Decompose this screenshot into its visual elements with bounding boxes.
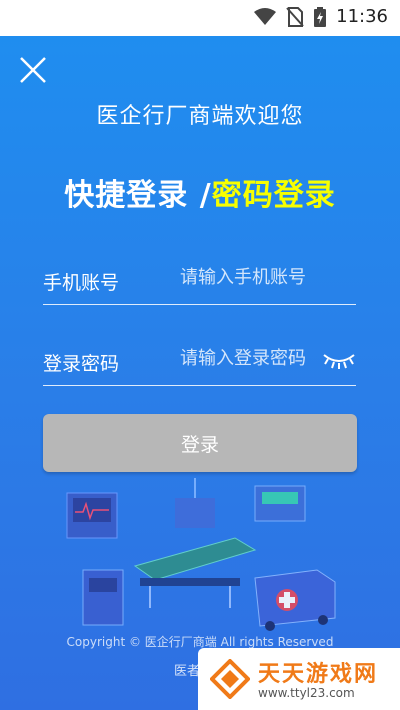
welcome-title: 医企行厂商端欢迎您 <box>96 104 304 129</box>
phone-field: 手机账号 <box>43 254 356 305</box>
status-icons: 11:36 <box>254 6 388 27</box>
tab-password-login[interactable]: 密码登录 <box>212 178 336 213</box>
tab-quick-login[interactable]: 快捷登录 <box>64 178 188 213</box>
watermark-logo-icon <box>210 659 250 699</box>
site-watermark: 天天游戏网 www.ttyl23.com <box>198 648 400 710</box>
phone-input[interactable] <box>180 262 320 292</box>
password-input[interactable] <box>180 343 320 373</box>
password-field: 登录密码 <box>43 335 356 386</box>
close-icon[interactable] <box>18 55 48 85</box>
status-bar: 11:36 <box>0 0 400 36</box>
login-screen: 11:36 医企行厂商端欢迎您 快捷登录 /密码登录 手机账号 登录密码 登录 <box>0 0 400 710</box>
login-mode-separator: / <box>188 178 212 213</box>
eye-closed-icon[interactable] <box>322 349 356 371</box>
password-label: 登录密码 <box>43 353 120 375</box>
login-button[interactable]: 登录 <box>43 414 357 472</box>
phone-label: 手机账号 <box>43 272 120 294</box>
watermark-title: 天天游戏网 <box>258 662 379 687</box>
status-time: 11:36 <box>336 6 388 27</box>
battery-charging-icon <box>314 6 327 27</box>
agreement-link[interactable]: 医者 <box>174 660 200 679</box>
login-mode-switch: 快捷登录 /密码登录 <box>0 170 400 214</box>
no-sim-icon <box>286 6 304 27</box>
wifi-icon <box>254 7 277 25</box>
medical-equipment-illustration <box>66 478 336 631</box>
watermark-url: www.ttyl23.com <box>258 686 355 700</box>
